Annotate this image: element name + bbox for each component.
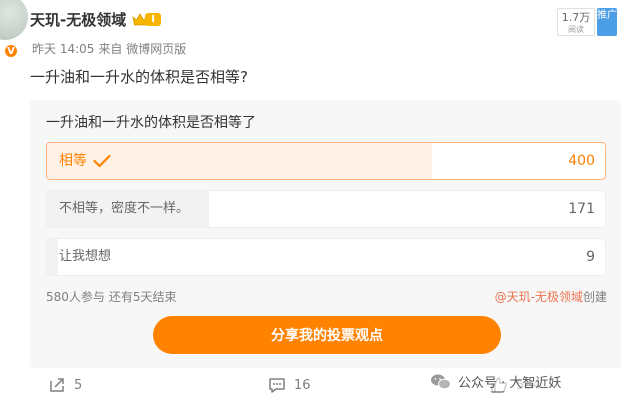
author-row: 天玑-无极领域 I (30, 9, 161, 30)
creator-at: @ (494, 290, 507, 304)
vote-option-2[interactable]: 让我想想 9 (46, 238, 606, 276)
post-text: 一升油和一升水的体积是否相等? (30, 68, 248, 86)
author-name[interactable]: 天玑-无极领域 (30, 9, 126, 30)
vote-creator: @天玑-无极领域创建 (495, 288, 607, 305)
comment-count: 16 (294, 377, 311, 393)
promo-button[interactable]: 推广 (597, 8, 617, 36)
read-count-box: 1.7万 阅读 (557, 8, 595, 36)
post-side-info: 1.7万 阅读 推广 (557, 8, 617, 36)
vote-option-0[interactable]: 相等 400 (46, 142, 606, 180)
vote-option-1[interactable]: 不相等，密度不一样。 171 (46, 190, 606, 228)
vote-stats: 580人参与 还有5天结束 (46, 288, 177, 305)
verified-badge: V (4, 44, 18, 58)
share-vote-button[interactable]: 分享我的投票观点 (153, 316, 501, 354)
creator-link[interactable]: 天玑-无极领域 (507, 290, 583, 304)
level-badge[interactable]: I (132, 12, 161, 28)
repost-count: 5 (74, 377, 83, 393)
vote-option-count: 171 (568, 201, 595, 217)
read-label: 阅读 (568, 25, 584, 34)
post-time[interactable]: 昨天 14:05 (32, 40, 94, 57)
vote-option-count: 400 (568, 153, 595, 169)
vote-participants: 580人参与 (46, 290, 105, 304)
creator-suffix: 创建 (582, 290, 607, 304)
wechat-icon (431, 374, 451, 389)
comment-icon (269, 378, 285, 393)
avatar[interactable] (0, 0, 28, 40)
vote-option-label: 不相等，密度不一样。 (59, 201, 190, 216)
vote-remaining: 还有5天结束 (108, 290, 177, 304)
post-meta: 昨天 14:05 来自 微博网页版 (32, 40, 186, 57)
post-source: 来自 微博网页版 (98, 42, 187, 56)
checkmark-icon (93, 154, 111, 168)
comment-button[interactable]: 16 (268, 376, 311, 394)
repost-button[interactable]: 5 (48, 376, 82, 394)
level-number: I (145, 13, 161, 26)
repost-icon (50, 378, 64, 392)
vote-option-count: 9 (586, 249, 595, 265)
vote-title: 一升油和一升水的体积是否相等了 (46, 115, 256, 131)
vote-option-label: 让我想想 (59, 249, 112, 264)
watermark: 公众号 · 大智近妖 (430, 372, 562, 391)
read-count: 1.7万 (561, 11, 591, 24)
vote-card: 一升油和一升水的体积是否相等了 相等 400 不相等，密度不一样。 171 让我… (30, 100, 621, 368)
watermark-text: 公众号 · 大智近妖 (458, 376, 562, 391)
vote-option-label: 相等 (59, 153, 87, 169)
vote-option-fill (47, 239, 59, 275)
